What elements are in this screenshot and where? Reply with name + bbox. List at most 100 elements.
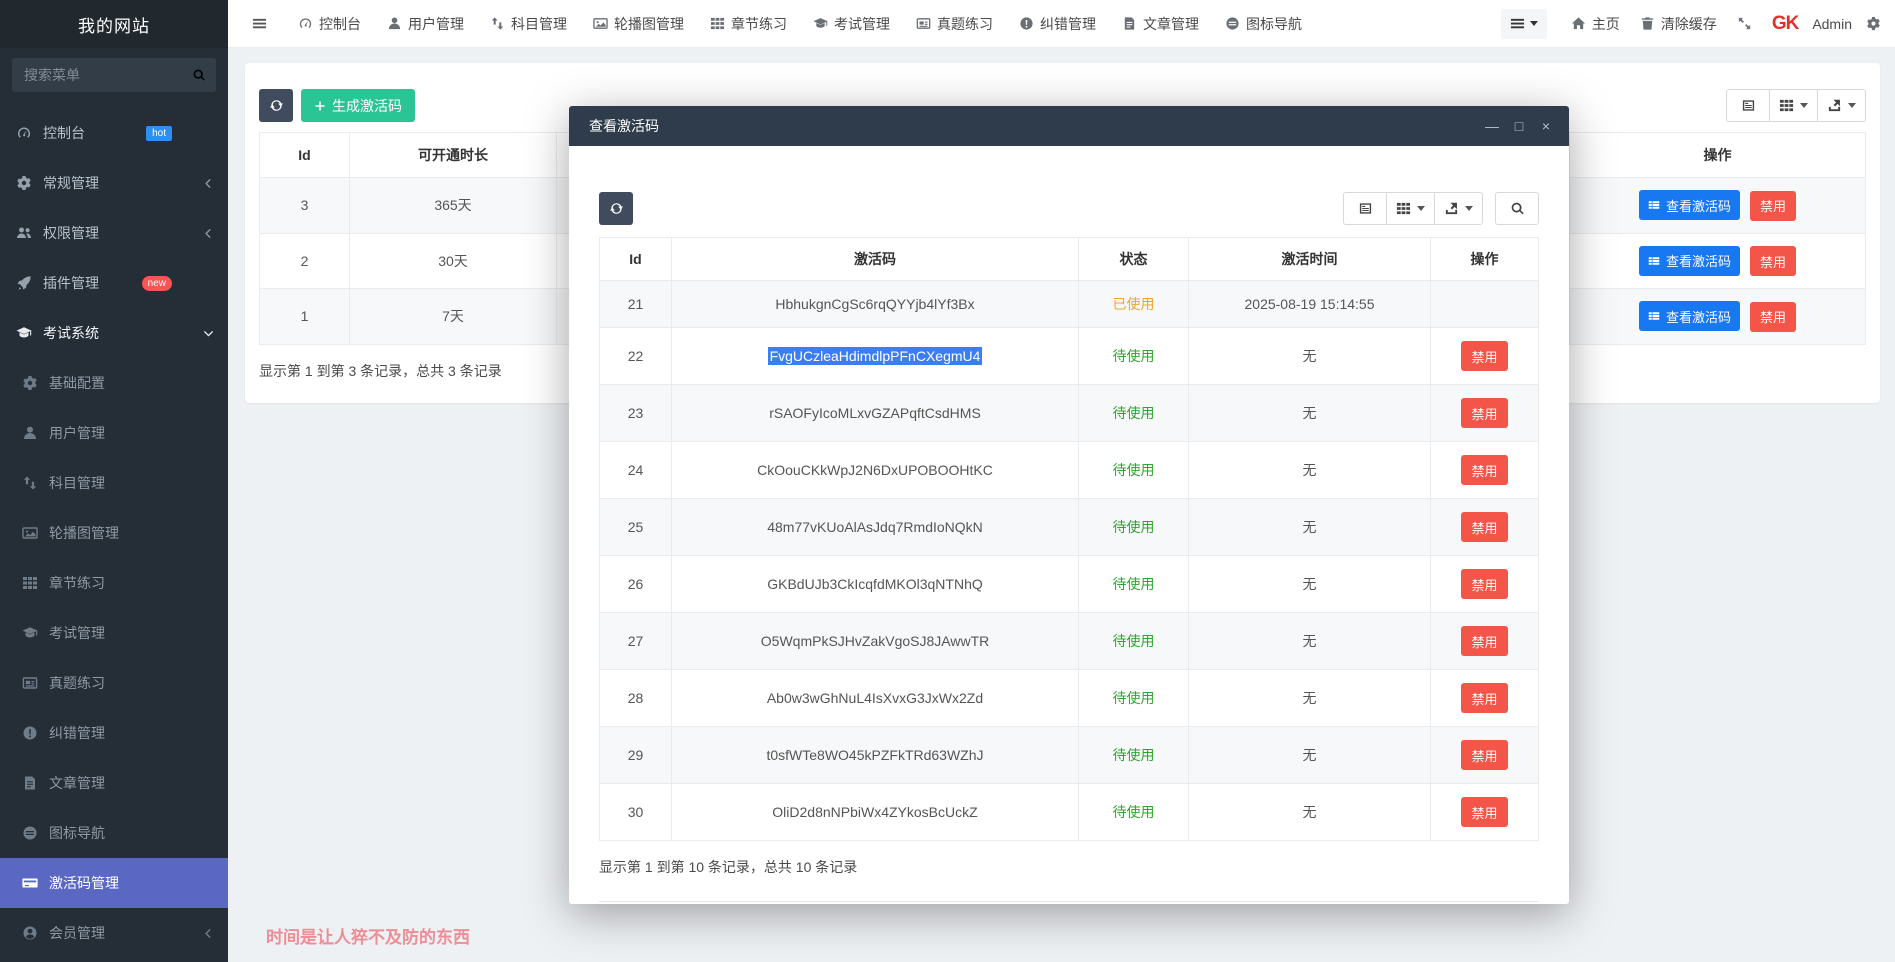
columns-button[interactable] [1769,89,1818,122]
list-icon [1510,16,1525,31]
detail-view-icon [1741,98,1756,113]
disable-button[interactable]: 禁用 [1461,512,1507,542]
sidebar-subitem-newspaper[interactable]: 真题练习 [0,658,228,708]
status-badge: 待使用 [1113,747,1155,763]
activation-code-row: 27 O5WqmPkSJHvZakVgoSJ8JAwwTR 待使用 无 禁用 [600,613,1539,670]
sidebar-subitem-gradcap[interactable]: 考试管理 [0,608,228,658]
gear-icon [22,375,38,391]
view-activation-codes-modal: 查看激活码 Id 激活码 状态 激活时间 [569,106,1569,904]
activation-code-row: 24 CkOouCKkWpJ2N6DxUPOBOOHtKC 待使用 无 禁用 [600,442,1539,499]
refresh-button[interactable] [259,89,293,122]
disable-button[interactable]: 禁用 [1461,455,1507,485]
disable-button[interactable]: 禁用 [1461,683,1507,713]
disable-button[interactable]: 禁用 [1750,302,1796,332]
nav-item-subject[interactable]: 科目管理 [477,0,580,48]
nav-item-gauge[interactable]: 控制台 [285,0,374,48]
chevron-icon [203,628,214,639]
gradcap-icon [22,625,38,641]
nav-item-newspaper[interactable]: 真题练习 [903,0,1006,48]
columns-button[interactable] [1386,192,1435,225]
list-dropdown-button[interactable] [1501,9,1547,39]
gauge-icon [298,16,313,31]
modal-refresh-button[interactable] [599,192,633,225]
sidebar-item-gauge[interactable]: 控制台 hot [0,108,228,158]
caret-down-icon [1800,103,1808,108]
sidebar-item-gradcap[interactable]: 考试系统 [0,308,228,358]
search-button[interactable] [1495,192,1539,225]
activation-code: t0sfWTe8WO45kPZFkTRd63WZhJ [766,747,983,763]
status-badge: 待使用 [1113,519,1155,535]
sidebar-search [12,58,216,92]
disable-button[interactable]: 禁用 [1750,246,1796,276]
users-icon [16,225,32,241]
sidebar-subitem-exclam[interactable]: 纠错管理 [0,708,228,758]
minimize-icon[interactable] [1485,119,1499,133]
detail-view-button[interactable] [1726,89,1770,122]
col-code: 激活码 [672,238,1079,281]
main-nav: 控制台 用户管理 科目管理 轮播图管理 章节练习 考试管理 真题练习 纠错管理 … [285,0,1315,48]
list-icon [1648,255,1660,267]
sidebar-subitem-navcircle[interactable]: 图标导航 [0,808,228,858]
plus-icon [314,100,326,112]
activation-code: Ab0w3wGhNuL4IsXvxG3JxWx2Zd [767,690,983,706]
nav-item-grid[interactable]: 章节练习 [697,0,800,48]
window-controls [1485,119,1553,133]
sidebar-subitem-gear[interactable]: 基础配置 [0,358,228,408]
view-codes-button[interactable]: 查看激活码 [1639,246,1740,276]
caret-down-icon [1530,21,1538,26]
disable-button[interactable]: 禁用 [1461,797,1507,827]
export-icon [1444,201,1459,216]
nav-item-file[interactable]: 文章管理 [1109,0,1212,48]
disable-button[interactable]: 禁用 [1461,626,1507,656]
menu-search-input[interactable] [12,58,216,92]
sidebar-subitem-subject[interactable]: 科目管理 [0,458,228,508]
col-actions: 操作 [1570,133,1866,178]
close-icon[interactable] [1539,119,1553,133]
activation-code: O5WqmPkSJHvZakVgoSJ8JAwwTR [761,633,989,649]
disable-button[interactable]: 禁用 [1461,398,1507,428]
disable-button[interactable]: 禁用 [1461,740,1507,770]
modal-header[interactable]: 查看激活码 [569,106,1569,146]
activation-code: FvgUCzleaHdimdlpPFnCXegmU4 [768,347,983,365]
modal-body: Id 激活码 状态 激活时间 操作 21 HbhukgnCgSc6rqQYYjb… [569,146,1569,902]
generate-codes-button[interactable]: 生成激活码 [301,89,415,122]
status-badge: 已使用 [1113,296,1155,312]
nav-item-image[interactable]: 轮播图管理 [580,0,697,48]
sidebar-item-rocket[interactable]: 插件管理 new [0,258,228,308]
nav-item-navcircle[interactable]: 图标导航 [1212,0,1315,48]
view-codes-button[interactable]: 查看激活码 [1639,301,1740,331]
maximize-icon[interactable] [1512,119,1526,133]
refresh-icon [269,98,284,113]
disable-button[interactable]: 禁用 [1750,191,1796,221]
sidebar-item-users[interactable]: 权限管理 [0,208,228,258]
sidebar-subitem-grid[interactable]: 章节练习 [0,558,228,608]
user-menu[interactable]: Admin [1802,0,1862,48]
settings-gear-icon[interactable] [1862,0,1885,48]
sidebar-subitem-image[interactable]: 轮播图管理 [0,508,228,558]
disable-button[interactable]: 禁用 [1461,569,1507,599]
activation-code-row: 23 rSAOFyIcoMLxvGZAPqftCsdHMS 待使用 无 禁用 [600,385,1539,442]
nav-item-user[interactable]: 用户管理 [374,0,477,48]
disable-button[interactable]: 禁用 [1461,341,1507,371]
view-codes-button[interactable]: 查看激活码 [1639,190,1740,220]
export-button[interactable] [1817,89,1866,122]
chevron-icon [203,778,214,789]
col-id: Id [600,238,672,281]
nav-item-exclam[interactable]: 纠错管理 [1006,0,1109,48]
nav-item-gradcap[interactable]: 考试管理 [800,0,903,48]
detail-view-button[interactable] [1343,192,1387,225]
activation-code: GKBdUJb3CkIcqfdMKOl3qNTNhQ [767,576,983,592]
sidebar-item-gear[interactable]: 常规管理 [0,158,228,208]
sidebar-subitem-file[interactable]: 文章管理 [0,758,228,808]
clear-cache-link[interactable]: 清除缓存 [1630,0,1727,48]
col-id: Id [260,133,350,178]
sidebar-subitem-card[interactable]: 激活码管理 [0,858,228,908]
fullscreen-button[interactable] [1727,0,1762,48]
gradcap-icon [16,325,32,341]
sidebar-subitem-usercircle[interactable]: 会员管理 [0,908,228,958]
home-link[interactable]: 主页 [1561,0,1630,48]
export-button[interactable] [1434,192,1483,225]
sidebar-subitem-user[interactable]: 用户管理 [0,408,228,458]
sidebar-toggle-button[interactable] [242,8,277,39]
card-icon [22,875,38,891]
